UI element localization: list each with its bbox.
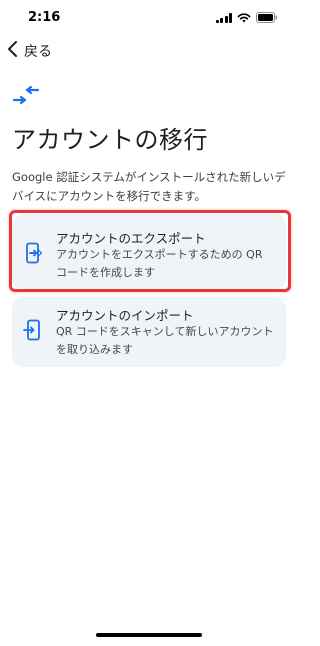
battery-icon	[256, 12, 278, 23]
status-bar: 2:16	[0, 0, 298, 36]
page-description: Google 認証システムがインストールされた新しいデバイスにアカウントを移行で…	[12, 170, 286, 203]
transfer-arrows-icon	[12, 85, 40, 112]
export-accounts-button[interactable]: アカウントのエクスポート アカウントをエクスポートするための QR コードを作成…	[12, 214, 286, 290]
home-indicator[interactable]	[96, 633, 202, 637]
import-accounts-button[interactable]: アカウントのインポート QR コードをスキャンして新しいアカウントを取り込みます	[12, 297, 286, 367]
page-title: アカウントの移行	[12, 126, 208, 154]
status-time: 2:16	[28, 10, 61, 25]
cellular-signal-icon	[215, 12, 232, 23]
status-icons	[215, 12, 279, 23]
export-title: アカウントのエクスポート	[56, 231, 206, 246]
phone-import-icon	[22, 319, 44, 345]
app-screen: 2:16 戻る アカウントの移行 Google 認証システムがインストールされた…	[0, 0, 298, 646]
back-label: 戻る	[24, 44, 52, 60]
import-description: QR コードをスキャンして新しいアカウントを取り込みます	[56, 325, 274, 356]
chevron-left-icon	[6, 40, 20, 62]
phone-export-icon	[22, 242, 44, 268]
wifi-icon	[237, 12, 251, 23]
back-button[interactable]: 戻る	[6, 40, 52, 62]
import-title: アカウントのインポート	[56, 308, 194, 323]
export-description: アカウントをエクスポートするための QR コードを作成します	[56, 248, 263, 279]
